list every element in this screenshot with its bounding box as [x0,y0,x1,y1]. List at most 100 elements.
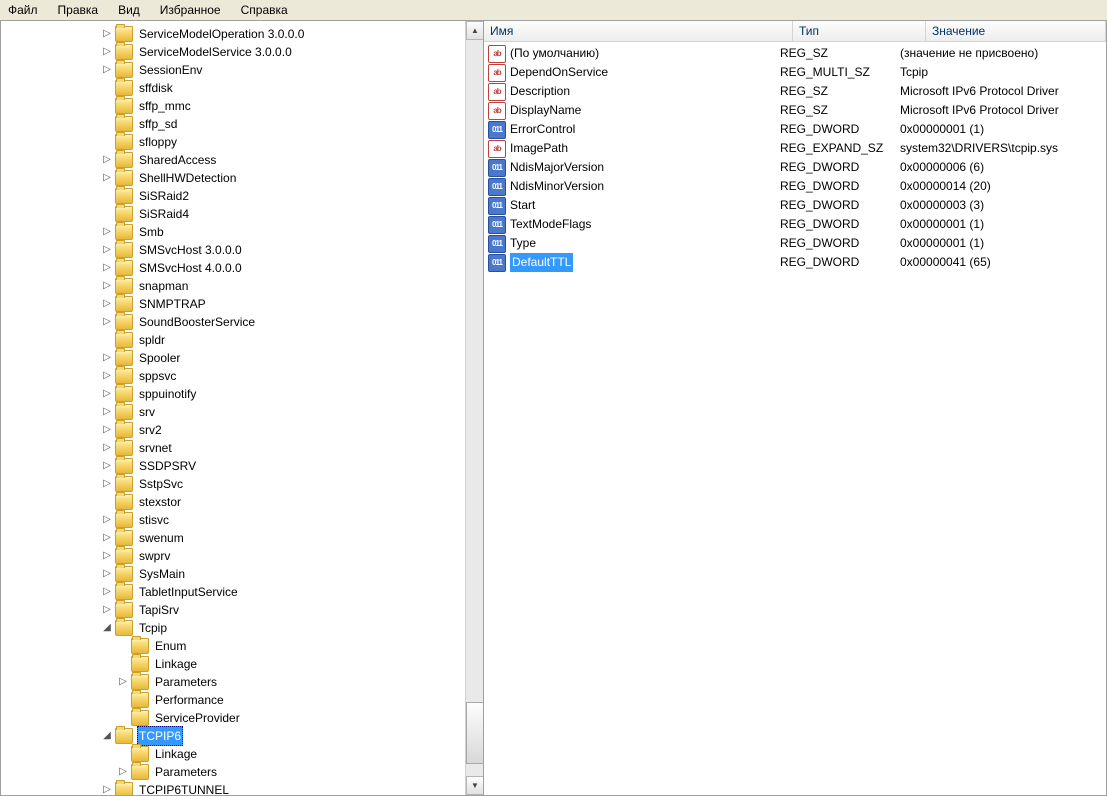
tree-item[interactable]: ▷TabletInputService [5,583,465,601]
collapse-icon[interactable]: ◢ [101,622,113,634]
tree-item[interactable]: ▷Parameters [5,763,465,781]
expand-icon[interactable]: ▷ [101,370,113,382]
list-row[interactable]: 011NdisMajorVersionREG_DWORD0x00000006 (… [484,158,1106,177]
list-row[interactable]: 011TypeREG_DWORD0x00000001 (1) [484,234,1106,253]
list-row[interactable]: 011NdisMinorVersionREG_DWORD0x00000014 (… [484,177,1106,196]
list-row[interactable]: abDisplayNameREG_SZMicrosoft IPv6 Protoc… [484,101,1106,120]
expand-icon[interactable]: ▷ [101,46,113,58]
tree-item[interactable]: ▷sppsvc [5,367,465,385]
expand-icon[interactable]: ▷ [117,766,129,778]
tree-item[interactable]: ▷SoundBoosterService [5,313,465,331]
expand-icon[interactable]: ▷ [101,442,113,454]
tree-item[interactable]: ▷SSDPSRV [5,457,465,475]
values-list[interactable]: ab(По умолчанию)REG_SZ(значение не присв… [484,42,1106,795]
collapse-icon[interactable]: ◢ [101,730,113,742]
tree-item[interactable]: ▷ShellHWDetection [5,169,465,187]
tree-item[interactable]: ▷SysMain [5,565,465,583]
expand-icon[interactable]: ▷ [101,172,113,184]
tree-item[interactable]: ▷SessionEnv [5,61,465,79]
expand-icon[interactable]: ▷ [101,316,113,328]
tree-item[interactable]: ▷Performance [5,691,465,709]
tree-item[interactable]: ◢Tcpip [5,619,465,637]
list-row[interactable]: ab(По умолчанию)REG_SZ(значение не присв… [484,44,1106,63]
expand-icon[interactable]: ▷ [101,514,113,526]
column-header-type[interactable]: Тип [793,21,926,41]
tree-item[interactable]: ▷SiSRaid4 [5,205,465,223]
list-row[interactable]: 011DefaultTTLREG_DWORD0x00000041 (65) [484,253,1106,272]
list-row[interactable]: abDescriptionREG_SZMicrosoft IPv6 Protoc… [484,82,1106,101]
menu-view[interactable]: Вид [114,0,144,20]
expand-icon[interactable]: ▷ [101,64,113,76]
column-header-name[interactable]: Имя [484,21,793,41]
tree-item[interactable]: ▷ServiceModelOperation 3.0.0.0 [5,25,465,43]
tree-item[interactable]: ▷srv [5,403,465,421]
expand-icon[interactable]: ▷ [101,226,113,238]
tree-item[interactable]: ▷swprv [5,547,465,565]
tree-item[interactable]: ▷stexstor [5,493,465,511]
tree-item[interactable]: ▷snapman [5,277,465,295]
tree-item[interactable]: ▷spldr [5,331,465,349]
expand-icon[interactable]: ▷ [101,262,113,274]
tree-item[interactable]: ▷TCPIP6TUNNEL [5,781,465,795]
menu-favorites[interactable]: Избранное [156,0,225,20]
tree-item[interactable]: ▷ServiceProvider [5,709,465,727]
expand-icon[interactable]: ▷ [101,460,113,472]
tree-item[interactable]: ▷swenum [5,529,465,547]
expand-icon[interactable]: ▷ [101,244,113,256]
list-row[interactable]: 011TextModeFlagsREG_DWORD0x00000001 (1) [484,215,1106,234]
list-row[interactable]: abDependOnServiceREG_MULTI_SZTcpip [484,63,1106,82]
tree-item[interactable]: ▷sfloppy [5,133,465,151]
tree-item[interactable]: ▷sffp_sd [5,115,465,133]
expand-icon[interactable]: ▷ [101,280,113,292]
tree-item[interactable]: ▷SiSRaid2 [5,187,465,205]
menu-help[interactable]: Справка [237,0,292,20]
scroll-track[interactable] [466,40,483,702]
tree-item[interactable]: ▷SMSvcHost 3.0.0.0 [5,241,465,259]
expand-icon[interactable]: ▷ [101,784,113,795]
tree-item[interactable]: ▷SNMPTRAP [5,295,465,313]
expand-icon[interactable]: ▷ [101,478,113,490]
tree-item[interactable]: ▷Linkage [5,655,465,673]
tree-item[interactable]: ▷TapiSrv [5,601,465,619]
tree-item[interactable]: ▷SstpSvc [5,475,465,493]
expand-icon[interactable]: ▷ [101,154,113,166]
registry-tree[interactable]: ▷ServiceModelOperation 3.0.0.0▷ServiceMo… [1,25,465,795]
tree-item[interactable]: ▷srvnet [5,439,465,457]
tree-item[interactable]: ▷Enum [5,637,465,655]
expand-icon[interactable]: ▷ [101,298,113,310]
menu-file[interactable]: Файл [4,0,42,20]
list-row[interactable]: abImagePathREG_EXPAND_SZsystem32\DRIVERS… [484,139,1106,158]
tree-item[interactable]: ▷Linkage [5,745,465,763]
tree-item[interactable]: ▷SMSvcHost 4.0.0.0 [5,259,465,277]
tree-item[interactable]: ▷Parameters [5,673,465,691]
tree-item[interactable]: ▷sppuinotify [5,385,465,403]
tree-item[interactable]: ▷srv2 [5,421,465,439]
expand-icon[interactable]: ▷ [101,352,113,364]
tree-item[interactable]: ▷Smb [5,223,465,241]
tree-item[interactable]: ▷sffp_mmc [5,97,465,115]
scroll-thumb[interactable] [466,702,483,764]
scroll-track[interactable] [466,764,483,776]
expand-icon[interactable]: ▷ [101,406,113,418]
menu-edit[interactable]: Правка [54,0,103,20]
tree-item[interactable]: ▷SharedAccess [5,151,465,169]
expand-icon[interactable]: ▷ [101,28,113,40]
expand-icon[interactable]: ▷ [101,532,113,544]
scroll-up-button[interactable]: ▲ [466,21,483,40]
expand-icon[interactable]: ▷ [101,550,113,562]
list-row[interactable]: 011StartREG_DWORD0x00000003 (3) [484,196,1106,215]
column-header-value[interactable]: Значение [926,21,1106,41]
expand-icon[interactable]: ▷ [101,604,113,616]
tree-item[interactable]: ◢TCPIP6 [5,727,465,745]
expand-icon[interactable]: ▷ [101,586,113,598]
tree-item[interactable]: ▷stisvc [5,511,465,529]
tree-item[interactable]: ▷sffdisk [5,79,465,97]
tree-item[interactable]: ▷Spooler [5,349,465,367]
list-row[interactable]: 011ErrorControlREG_DWORD0x00000001 (1) [484,120,1106,139]
expand-icon[interactable]: ▷ [101,424,113,436]
tree-item[interactable]: ▷ServiceModelService 3.0.0.0 [5,43,465,61]
expand-icon[interactable]: ▷ [101,388,113,400]
scroll-down-button[interactable]: ▼ [466,776,483,795]
expand-icon[interactable]: ▷ [101,568,113,580]
expand-icon[interactable]: ▷ [117,676,129,688]
